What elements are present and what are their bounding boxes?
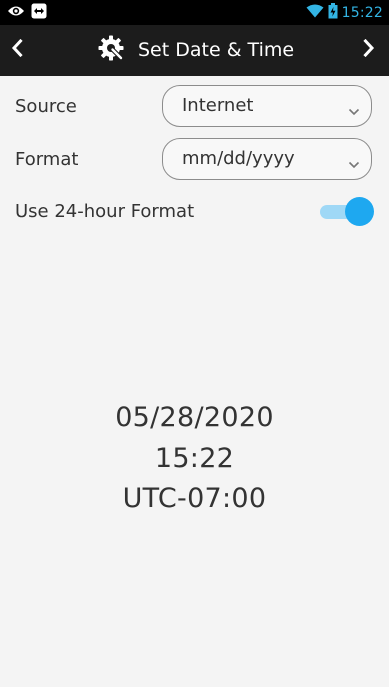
back-button[interactable] xyxy=(5,38,29,62)
use-24-hour-label: Use 24-hour Format xyxy=(15,201,195,222)
status-right-icons: 15:22 xyxy=(306,2,383,23)
current-time: 15:22 xyxy=(154,443,235,474)
status-left-icons xyxy=(7,3,47,23)
current-date: 05/28/2020 xyxy=(115,402,274,433)
status-bar: 15:22 xyxy=(0,0,389,25)
title-bar: Set Date & Time xyxy=(0,25,389,76)
battery-icon xyxy=(328,2,338,23)
chevron-down-icon xyxy=(348,155,360,169)
chevron-right-icon xyxy=(362,38,376,61)
status-time: 15:22 xyxy=(341,4,383,21)
chevron-down-icon xyxy=(348,102,360,116)
wifi-icon xyxy=(306,3,324,22)
source-select-value: Internet xyxy=(182,95,254,116)
page-title: Set Date & Time xyxy=(138,39,295,61)
source-label: Source xyxy=(15,96,77,117)
remote-control-icon xyxy=(31,3,47,23)
page-title-group: Set Date & Time xyxy=(97,34,295,66)
current-timezone: UTC-07:00 xyxy=(122,483,267,514)
format-label: Format xyxy=(15,149,79,170)
toggle-thumb xyxy=(345,197,374,226)
format-select[interactable]: mm/dd/yyyy xyxy=(162,138,372,180)
chevron-left-icon xyxy=(10,38,24,61)
source-select[interactable]: Internet xyxy=(162,85,372,127)
format-select-value: mm/dd/yyyy xyxy=(182,148,295,169)
gear-wrench-icon xyxy=(97,34,125,66)
eye-icon xyxy=(7,3,25,22)
forward-button[interactable] xyxy=(357,38,381,62)
use-24-hour-toggle[interactable] xyxy=(320,197,374,227)
